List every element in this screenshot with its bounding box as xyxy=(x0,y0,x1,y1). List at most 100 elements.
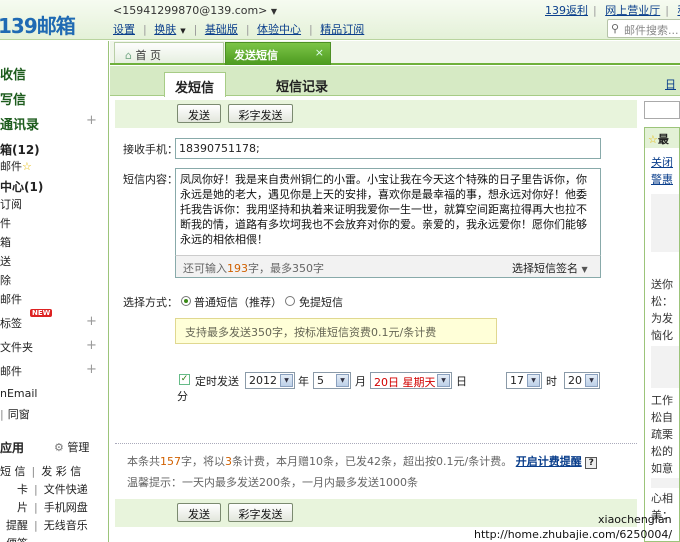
sidebar-sent-items[interactable]: 送 xyxy=(0,253,11,269)
experience-center-link[interactable]: 体验中心 xyxy=(257,23,301,36)
stats-line: 本条共157字，将以3条计费，本月赠10条，已发42条，超出按0.1元/条计费。… xyxy=(127,453,598,469)
app-card[interactable]: 卡 xyxy=(0,481,28,497)
right-text-line: 恼化 xyxy=(651,329,673,342)
chevron-down-icon[interactable]: ▼ xyxy=(271,7,277,16)
right-gray-block xyxy=(651,194,679,252)
timed-send-label: 定时发送 xyxy=(195,375,239,388)
billing-reminder-link[interactable]: 开启计费提醒 xyxy=(516,455,582,468)
hour-unit: 时 xyxy=(546,375,557,388)
basic-version-link[interactable]: 基础版 xyxy=(205,23,238,36)
sms-subtabs: 发短信 短信记录 日 xyxy=(110,66,680,97)
right-link-2[interactable]: 警惠 xyxy=(651,171,673,187)
mms-send-button[interactable]: 彩字发送 xyxy=(228,104,293,123)
sidebar-app-row: 片 | 手机网盘 xyxy=(0,499,88,515)
app-music[interactable]: 无线音乐 xyxy=(44,519,88,532)
tab-sms-records[interactable]: 短信记录 xyxy=(276,76,328,95)
right-gray-block xyxy=(651,346,679,388)
radio-normal-sms[interactable] xyxy=(181,296,191,306)
month-unit: 月 xyxy=(355,375,366,388)
day-select[interactable]: 20日 星期天 ▼ xyxy=(370,372,452,389)
month-select[interactable]: 5 ▼ xyxy=(313,372,351,389)
sidebar-drafts[interactable]: 件 xyxy=(0,215,11,231)
year-select[interactable]: 2012 ▼ xyxy=(245,372,295,389)
rebate-link[interactable]: 139返利 xyxy=(545,4,588,17)
sidebar-apps-manage[interactable]: ⚙ 管理 xyxy=(54,439,89,455)
radio-free-sms[interactable] xyxy=(285,296,295,306)
send-button-bottom[interactable]: 发送 xyxy=(177,503,221,522)
plus-icon[interactable]: + xyxy=(86,314,97,329)
content-label: 短信内容： xyxy=(123,173,178,186)
sidebar-sent[interactable]: 箱 xyxy=(0,234,11,250)
right-gray-block xyxy=(651,478,679,488)
app-notes[interactable]: 便签 xyxy=(0,535,28,542)
normal-sms-label[interactable]: 普通短信（推荐） xyxy=(194,294,282,310)
sidebar-subscription-center[interactable]: 中心(1) xyxy=(0,178,43,195)
send-button[interactable]: 发送 xyxy=(177,104,221,123)
app-net-disk[interactable]: 手机网盘 xyxy=(44,501,88,514)
right-panel: ☆最 关闭 警惠 送你 松： 为发 恼化 工作 松自 疏栗 松的 如意 心相 美… xyxy=(644,96,680,542)
watermark-url: http://home.zhubajie.com/6250004/ xyxy=(474,528,673,541)
bottom-button-row: 发送 彩字发送 xyxy=(115,499,637,527)
app-reminder[interactable]: 提醒 xyxy=(0,517,28,533)
mms-send-button-bottom[interactable]: 彩字发送 xyxy=(228,503,293,522)
free-sms-label[interactable]: 免提短信 xyxy=(299,294,343,310)
tab-compose-sms[interactable]: 发短信 xyxy=(164,72,226,97)
subscription-link[interactable]: 精品订阅 xyxy=(320,23,364,36)
minute-select[interactable]: 20 ▼ xyxy=(564,372,600,389)
mail-search-input[interactable]: ⚲ 邮件搜索... xyxy=(607,19,680,38)
right-text-line: 送你 xyxy=(651,278,673,291)
sidebar-deleted[interactable]: 除 xyxy=(0,272,11,288)
sms-form: 发送 彩字发送 接收手机： 18390751178; 短信内容： 凤凤你好！我是… xyxy=(115,98,637,542)
tabs-bar: ⌂ 首 页 发送短信 × xyxy=(110,41,680,65)
sidebar-my-subscriptions[interactable]: 订阅 xyxy=(0,196,22,212)
chevron-down-icon[interactable]: ▼ xyxy=(180,27,185,35)
signature-select[interactable]: 选择短信签名 ▼ xyxy=(512,260,588,276)
skin-link[interactable]: 换肤 xyxy=(154,23,176,36)
app-sms[interactable]: 短 信 xyxy=(0,465,26,478)
plus-icon[interactable]: + xyxy=(86,338,97,353)
app-logo: 139邮箱 xyxy=(0,14,76,38)
plus-icon[interactable]: + xyxy=(86,113,97,128)
chevron-down-icon: ▼ xyxy=(437,374,450,387)
sidebar-spam[interactable]: 邮件 xyxy=(0,291,22,307)
tab-home[interactable]: ⌂ 首 页 xyxy=(114,42,224,63)
search-icon: ⚲ xyxy=(611,22,620,35)
chevron-down-icon: ▼ xyxy=(527,374,540,387)
sidebar-folders[interactable]: 文件夹 xyxy=(0,339,33,355)
sidebar-app-row: 便签 xyxy=(0,535,28,542)
chevron-down-icon: ▼ xyxy=(336,374,349,387)
timed-send-checkbox[interactable]: ✓ xyxy=(179,374,190,385)
sidebar-receive[interactable]: 收信 xyxy=(0,64,26,83)
business-hall-link[interactable]: 网上营业厅 xyxy=(605,4,660,17)
sidebar-proxy-mail[interactable]: 邮件 xyxy=(0,363,22,379)
sidebar-email[interactable]: nEmail xyxy=(0,387,38,400)
sidebar-classmates[interactable]: | 同窗 xyxy=(0,406,30,422)
receiver-input[interactable]: 18390751178; xyxy=(175,138,601,159)
app-mms[interactable]: 发 彩 信 xyxy=(41,465,81,478)
right-link[interactable]: 日 xyxy=(665,76,676,92)
account-email[interactable]: <15941299870@139.com> ▼ xyxy=(113,4,277,17)
main-content: 发短信 短信记录 日 发送 彩字发送 接收手机： 18390751178; 短信… xyxy=(110,66,680,542)
sidebar-app-row: 提醒 | 无线音乐 xyxy=(0,517,88,533)
help-icon[interactable]: ? xyxy=(585,457,598,469)
chevron-down-icon: ▼ xyxy=(581,265,588,274)
sidebar-app-row: 卡 | 文件快递 xyxy=(0,481,88,497)
sidebar-tags[interactable]: 标签 xyxy=(0,315,22,331)
settings-link[interactable]: 设置 xyxy=(113,23,135,36)
tab-send-sms[interactable]: 发送短信 × xyxy=(225,42,331,65)
sidebar-inbox[interactable]: 箱(12) xyxy=(0,141,40,158)
close-icon[interactable]: × xyxy=(315,46,324,59)
sidebar-starred[interactable]: 邮件☆ xyxy=(0,158,32,174)
star-icon: ☆ xyxy=(22,160,32,173)
app-photo[interactable]: 片 xyxy=(0,499,28,515)
mode-label: 选择方式： xyxy=(123,296,178,309)
plus-icon[interactable]: + xyxy=(86,362,97,377)
sidebar-compose[interactable]: 写信 xyxy=(0,89,26,108)
star-icon: ☆ xyxy=(648,133,658,146)
sidebar-contacts[interactable]: 通讯录 xyxy=(0,114,39,133)
app-file-express[interactable]: 文件快递 xyxy=(44,483,88,496)
right-link-1[interactable]: 关闭 xyxy=(651,154,673,170)
hour-select[interactable]: 17 ▼ xyxy=(506,372,542,389)
right-search-input[interactable] xyxy=(644,101,680,119)
right-text-line: 松的 xyxy=(651,445,673,458)
